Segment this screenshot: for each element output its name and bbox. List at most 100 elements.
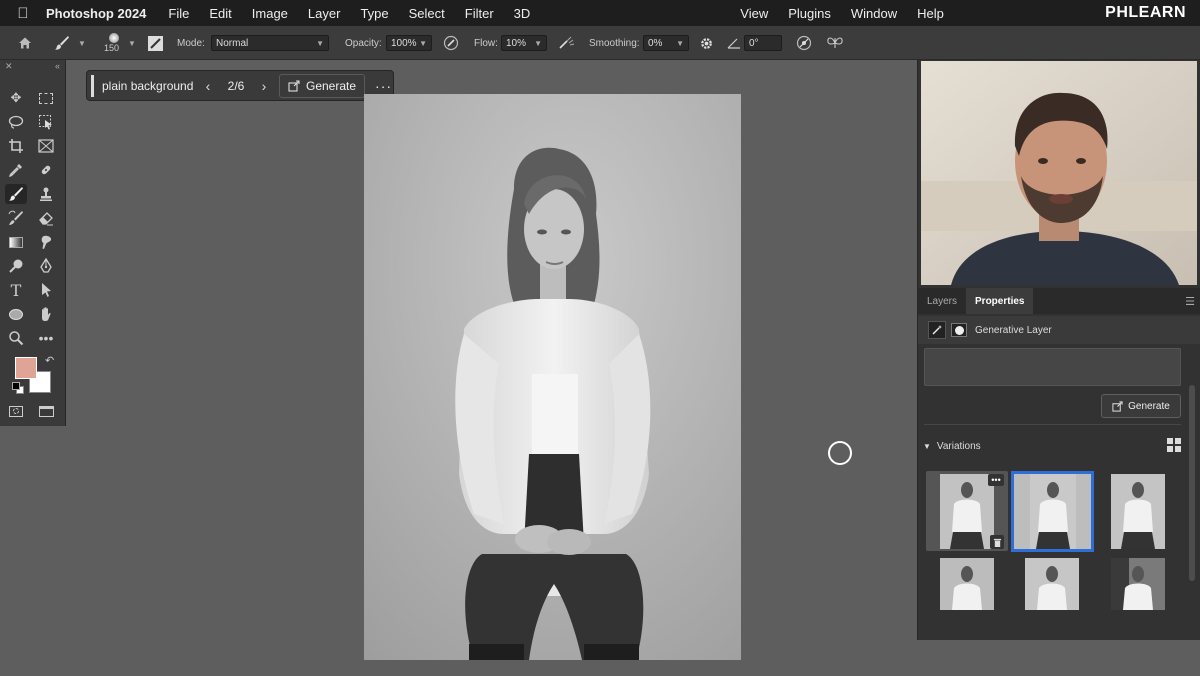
menu-3d[interactable]: 3D: [514, 6, 531, 21]
menu-file[interactable]: File: [168, 6, 189, 21]
properties-prompt-box[interactable]: [924, 348, 1181, 386]
brand-logo: PHLEARN: [1105, 4, 1186, 21]
opacity-field[interactable]: 100% ▼: [386, 35, 432, 51]
brush-size-picker[interactable]: 150: [104, 26, 119, 60]
options-bar: ▼ 150 ▼ Mode: Normal ▼ Opacity: 100% ▼ F…: [0, 26, 1200, 60]
generative-prompt-field[interactable]: plain background: [91, 74, 197, 97]
more-tools-icon[interactable]: •••: [35, 328, 57, 348]
object-selection-tool-icon[interactable]: [35, 112, 57, 132]
smoothing-field-wrap: 0% ▼: [643, 26, 689, 60]
generative-layer-icon: [928, 321, 946, 339]
variation-more-icon[interactable]: •••: [988, 474, 1004, 486]
variation-thumb[interactable]: [1111, 558, 1165, 610]
healing-brush-tool-icon[interactable]: [35, 160, 57, 180]
taskbar-generate-label: Generate: [306, 78, 357, 93]
tools-panel-header: ✕ «: [0, 60, 65, 72]
menu-help[interactable]: Help: [917, 6, 944, 21]
collapse-icon[interactable]: «: [55, 60, 60, 72]
marquee-tool-icon[interactable]: [35, 88, 57, 108]
panel-scrollbar[interactable]: [1189, 385, 1195, 581]
variation-preview: [940, 558, 994, 610]
move-tool-icon[interactable]: ✥: [5, 88, 27, 108]
panel-menu-icon[interactable]: ☰: [1185, 288, 1195, 314]
smoothing-field[interactable]: 0% ▼: [643, 35, 689, 51]
menu-filter[interactable]: Filter: [465, 6, 494, 21]
close-icon[interactable]: ✕: [5, 60, 13, 72]
variation-thumb[interactable]: [1011, 471, 1094, 552]
flow-field[interactable]: 10% ▼: [501, 35, 547, 51]
flow-field-wrap: 10% ▼: [501, 26, 547, 60]
apple-icon[interactable]: : [0, 5, 46, 22]
foreground-color-swatch[interactable]: [15, 357, 37, 379]
smoothing-options-gear-icon[interactable]: [699, 26, 714, 60]
frame-tool-icon[interactable]: [35, 136, 57, 156]
home-icon[interactable]: [18, 26, 32, 60]
layer-name: Generative Layer: [975, 324, 1052, 336]
airbrush-icon[interactable]: [557, 26, 575, 60]
document-canvas[interactable]: [364, 94, 741, 660]
panel-divider: [924, 424, 1181, 425]
dodge-tool-icon[interactable]: [5, 256, 27, 276]
variation-thumb[interactable]: [940, 558, 994, 610]
variation-trash-icon[interactable]: [990, 535, 1004, 549]
flow-chevron-icon: ▼: [534, 38, 542, 48]
mode-label: Mode:: [177, 37, 205, 49]
menu-app-name[interactable]: Photoshop 2024: [46, 6, 146, 21]
next-variation-chevron-icon[interactable]: ›: [253, 78, 275, 94]
eyedropper-tool-icon[interactable]: [5, 160, 27, 180]
brush-preset-chevron-icon[interactable]: ▼: [78, 26, 86, 60]
menu-type[interactable]: Type: [360, 6, 388, 21]
hand-tool-icon[interactable]: [35, 304, 57, 324]
variation-thumb[interactable]: [1111, 474, 1165, 549]
variations-collapse-chevron-icon[interactable]: ▼: [923, 442, 931, 451]
menu-view[interactable]: View: [740, 6, 768, 21]
menu-window[interactable]: Window: [851, 6, 897, 21]
angle-field[interactable]: 0°: [744, 35, 782, 51]
menu-plugins[interactable]: Plugins: [788, 6, 831, 21]
taskbar-more-icon[interactable]: ···: [375, 78, 392, 94]
variation-thumb[interactable]: [940, 474, 994, 549]
path-selection-tool-icon[interactable]: [35, 280, 57, 300]
mode-chevron-icon: ▼: [316, 38, 324, 48]
brush-preset-icon[interactable]: [54, 26, 70, 60]
clone-stamp-tool-icon[interactable]: [35, 184, 57, 204]
brush-size-chevron-icon[interactable]: ▼: [128, 26, 136, 60]
brush-tip-icon: [108, 33, 119, 43]
variations-header[interactable]: ▼ Variations: [923, 438, 1181, 455]
menu-layer[interactable]: Layer: [308, 6, 341, 21]
symmetry-butterfly-icon[interactable]: [826, 26, 844, 60]
variation-thumb[interactable]: [1025, 558, 1079, 610]
swap-colors-icon[interactable]: ↶: [45, 354, 54, 367]
smudge-tool-icon[interactable]: [35, 232, 57, 252]
mode-select[interactable]: Normal ▼: [211, 35, 329, 51]
zoom-tool-icon[interactable]: [5, 328, 27, 348]
eraser-tool-icon[interactable]: [35, 208, 57, 228]
screen-mode-icon[interactable]: [35, 401, 57, 421]
menu-edit[interactable]: Edit: [209, 6, 231, 21]
pen-tool-icon[interactable]: [35, 256, 57, 276]
properties-generate-button[interactable]: Generate: [1101, 394, 1181, 418]
crop-tool-icon[interactable]: [5, 136, 27, 156]
history-brush-tool-icon[interactable]: [5, 208, 27, 228]
gradient-tool-icon[interactable]: [5, 232, 27, 252]
generate-icon: [288, 79, 300, 92]
tab-properties[interactable]: Properties: [966, 288, 1034, 314]
opacity-pressure-icon[interactable]: [443, 26, 459, 60]
menu-image[interactable]: Image: [252, 6, 288, 21]
quick-mask-icon[interactable]: [5, 401, 27, 421]
brush-tool-icon[interactable]: [5, 184, 27, 204]
previous-variation-chevron-icon[interactable]: ‹: [197, 78, 219, 94]
taskbar-generate-button[interactable]: Generate: [279, 73, 366, 98]
menu-select[interactable]: Select: [409, 6, 445, 21]
lasso-tool-icon[interactable]: [5, 112, 27, 132]
default-colors-icon[interactable]: [12, 382, 24, 394]
grid-view-icon[interactable]: [1167, 438, 1181, 455]
brush-size-value: 150: [104, 43, 120, 53]
brush-cursor: [828, 441, 852, 465]
brush-settings-icon[interactable]: [148, 26, 163, 60]
flow-label: Flow:: [474, 37, 498, 49]
tab-layers[interactable]: Layers: [918, 288, 966, 314]
ellipse-tool-icon[interactable]: [5, 304, 27, 324]
size-pressure-icon[interactable]: [796, 26, 812, 60]
type-tool-icon[interactable]: T: [5, 280, 27, 300]
